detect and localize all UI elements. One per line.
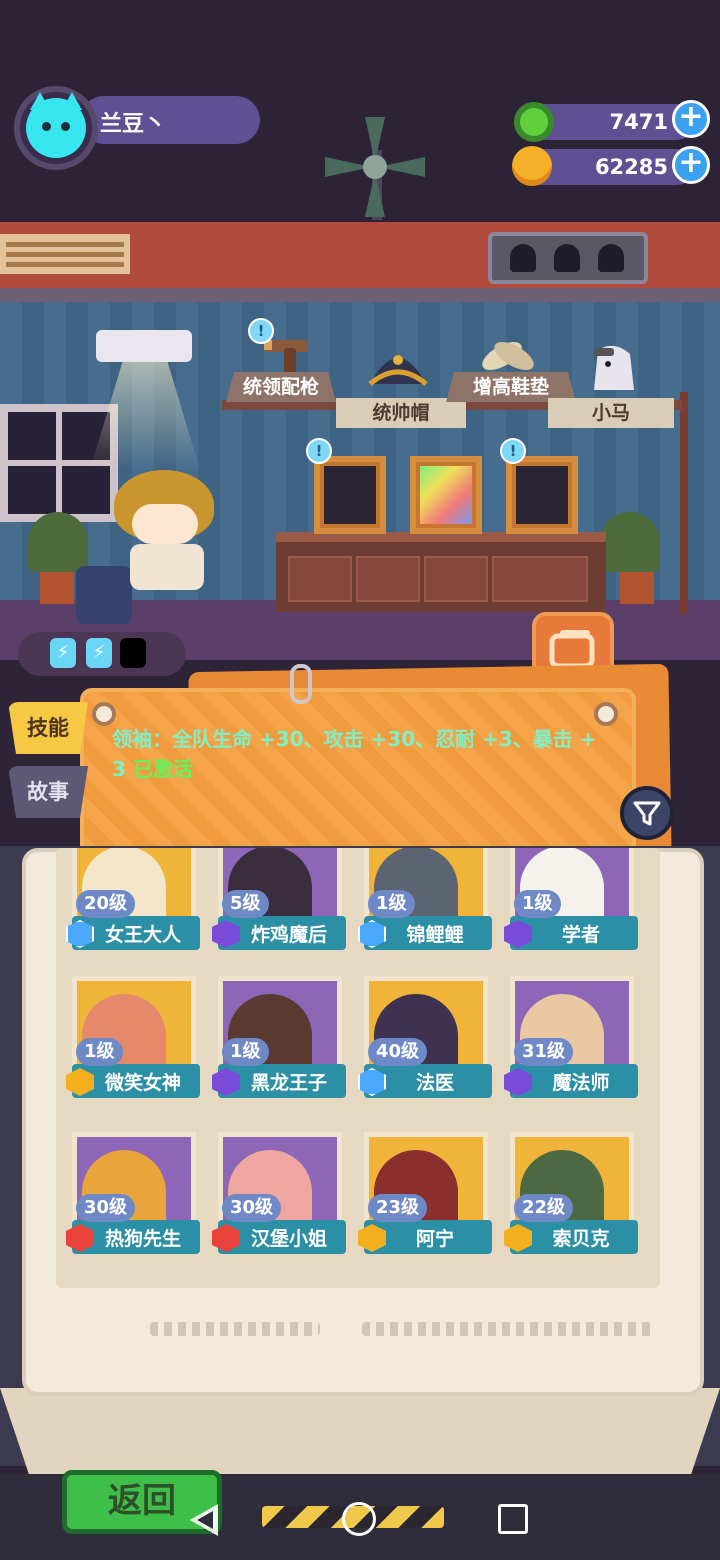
add-donut-button[interactable]: + bbox=[672, 100, 710, 138]
item-label-hat[interactable]: 统帅帽 bbox=[336, 398, 466, 428]
plant-pot bbox=[40, 572, 74, 604]
character-card[interactable]: 汉堡小姐 30级 bbox=[210, 1132, 346, 1272]
character-card[interactable]: 女王大人 20级 bbox=[64, 848, 200, 968]
character-card[interactable]: 魔法师 31级 bbox=[502, 976, 638, 1116]
character-card[interactable]: 法医 40级 bbox=[356, 976, 492, 1116]
character-name: 阿宁 bbox=[415, 1228, 454, 1250]
energy-icon: ⚡ bbox=[50, 638, 76, 668]
character-name: 炸鸡魔后 bbox=[250, 924, 327, 946]
character-level: 22级 bbox=[514, 1194, 574, 1222]
player-name: 兰豆丶 bbox=[100, 112, 167, 137]
character-name: 女王大人 bbox=[104, 924, 181, 946]
tab-story[interactable]: 故事 bbox=[8, 766, 88, 818]
hint-badge-icon[interactable]: ! bbox=[248, 318, 274, 344]
coat-rack-icon bbox=[680, 392, 688, 614]
character-name: 黑龙王子 bbox=[250, 1072, 327, 1094]
add-planet-coin-button[interactable]: + bbox=[672, 146, 710, 184]
character-level: 40级 bbox=[368, 1038, 428, 1066]
character-card[interactable]: 热狗先生 30级 bbox=[64, 1132, 200, 1272]
cat-ear-icon bbox=[30, 92, 50, 110]
item-label-pistol[interactable]: 统领配枪 bbox=[226, 372, 336, 402]
portrait-frame-empty[interactable] bbox=[506, 456, 578, 534]
cat-ear-icon bbox=[62, 92, 82, 110]
character-name: 索贝克 bbox=[552, 1228, 610, 1250]
pin-icon bbox=[92, 702, 116, 726]
ceiling-fan-icon bbox=[325, 117, 425, 217]
wall-vent bbox=[0, 234, 130, 274]
character-name: 学者 bbox=[561, 924, 600, 946]
nav-home-icon[interactable] bbox=[342, 1502, 376, 1536]
character-level: 1级 bbox=[222, 1038, 269, 1066]
character-level: 5级 bbox=[222, 890, 269, 918]
pin-icon bbox=[594, 702, 618, 726]
pony-icon[interactable] bbox=[584, 340, 644, 392]
tab-skill[interactable]: 技能 bbox=[8, 702, 88, 754]
character-level: 1级 bbox=[76, 1038, 123, 1066]
hint-badge-icon[interactable]: ! bbox=[500, 438, 526, 464]
character-level: 20级 bbox=[76, 890, 136, 918]
hint-badge-icon[interactable]: ! bbox=[306, 438, 332, 464]
portrait-frame-character[interactable] bbox=[410, 456, 482, 534]
planet-coin-icon bbox=[512, 146, 552, 186]
cat-eye-icon bbox=[42, 122, 51, 131]
character-card[interactable]: 锦鲤鲤 1级 bbox=[356, 848, 492, 968]
character-card[interactable]: 微笑女神 1级 bbox=[64, 976, 200, 1116]
character-card[interactable]: 学者 1级 bbox=[502, 848, 638, 968]
bicorne-hat-icon[interactable] bbox=[368, 340, 428, 392]
portrait-frame-empty[interactable] bbox=[314, 456, 386, 534]
avatar[interactable] bbox=[26, 92, 86, 158]
item-label-pony[interactable]: 小马 bbox=[548, 398, 674, 428]
plant-icon bbox=[28, 512, 88, 572]
skill-status: 已激活 bbox=[132, 757, 193, 781]
energy-icon: ⚡ bbox=[86, 638, 112, 668]
main-character[interactable] bbox=[110, 470, 220, 590]
skill-description: 领袖：全队生命 +30、攻击 +30、忍耐 +3、暴击 + 3 已激活 bbox=[112, 724, 612, 784]
filter-button[interactable] bbox=[620, 786, 674, 840]
ghost-icon bbox=[598, 244, 624, 272]
donut-icon bbox=[514, 102, 554, 142]
character-level: 1级 bbox=[514, 890, 561, 918]
character-name: 锦鲤鲤 bbox=[406, 924, 464, 946]
blurred-text bbox=[362, 1322, 652, 1336]
desk bbox=[276, 532, 606, 612]
character-level: 30级 bbox=[222, 1194, 282, 1222]
character-card[interactable]: 黑龙王子 1级 bbox=[210, 976, 346, 1116]
plant-pot bbox=[620, 572, 654, 604]
cat-eye-icon bbox=[61, 122, 70, 131]
planet-coin-value: 62285 bbox=[594, 155, 668, 179]
character-name: 法医 bbox=[415, 1072, 454, 1094]
ghost-icon bbox=[554, 244, 580, 272]
ghost-display bbox=[488, 232, 648, 284]
donut-currency-value: 7471 bbox=[609, 110, 668, 134]
nav-recents-icon[interactable] bbox=[498, 1504, 528, 1534]
character-card[interactable]: 阿宁 23级 bbox=[356, 1132, 492, 1272]
paper-clip-icon bbox=[290, 664, 312, 704]
character-level: 30级 bbox=[76, 1194, 136, 1222]
shelf-ledge bbox=[0, 288, 720, 302]
character-card[interactable]: 炸鸡魔后 5级 bbox=[210, 848, 346, 968]
nav-back-icon-inner bbox=[197, 1511, 213, 1529]
character-card[interactable]: 索贝克 22级 bbox=[502, 1132, 638, 1272]
plant-icon bbox=[600, 512, 660, 572]
character-name: 汉堡小姐 bbox=[250, 1228, 327, 1250]
character-name: 热狗先生 bbox=[104, 1228, 181, 1250]
energy-slot-empty bbox=[120, 638, 146, 668]
character-level: 31级 bbox=[514, 1038, 574, 1066]
character-name: 魔法师 bbox=[552, 1072, 610, 1094]
character-grid[interactable]: 女王大人 20级 炸鸡魔后 5级 锦鲤鲤 1级 学者 1级 微笑女神 1级 黑龙王子 1级 法医 40级魔… bbox=[56, 848, 660, 1288]
character-name: 微笑女神 bbox=[104, 1072, 181, 1094]
character-level: 1级 bbox=[368, 890, 415, 918]
book-page-edge bbox=[0, 1388, 720, 1474]
character-level: 23级 bbox=[368, 1194, 428, 1222]
projector-icon bbox=[96, 330, 192, 362]
filter-icon bbox=[633, 801, 661, 826]
blurred-text bbox=[150, 1322, 320, 1336]
ghost-icon bbox=[510, 244, 536, 272]
